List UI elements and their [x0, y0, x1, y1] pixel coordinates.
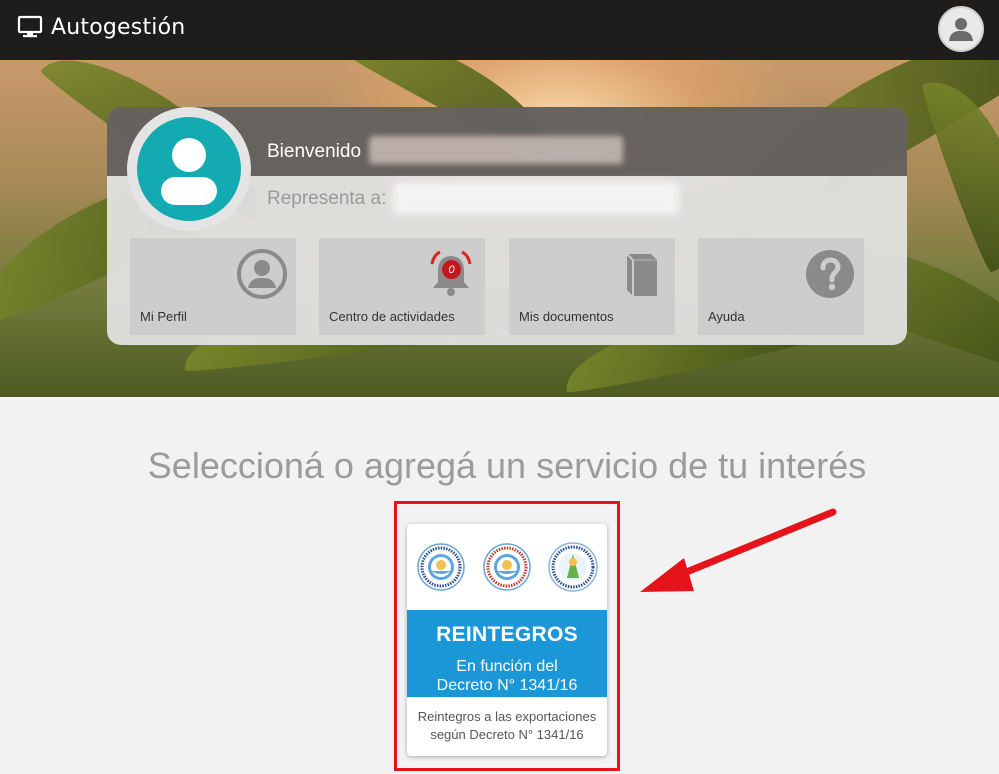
- tile-label: Ayuda: [708, 309, 745, 324]
- divider: [407, 697, 607, 698]
- service-banner: REINTEGROS En función del Decreto N° 134…: [407, 610, 607, 697]
- app-title: Autogestión: [51, 14, 186, 40]
- tile-ayuda[interactable]: Ayuda: [698, 238, 864, 335]
- service-subtitle-line2: Decreto N° 1341/16: [436, 677, 578, 694]
- seal-logo-icon: [417, 543, 465, 591]
- avatar: [137, 117, 241, 221]
- redacted-user-name: [369, 136, 623, 164]
- user-menu-button[interactable]: [938, 6, 984, 52]
- welcome-text: Bienvenido: [267, 141, 362, 162]
- tile-mis-documentos[interactable]: Mis documentos: [509, 238, 675, 335]
- tile-mi-perfil[interactable]: Mi Perfil: [130, 238, 296, 335]
- tile-label: Centro de actividades: [329, 309, 455, 324]
- service-description: Reintegros a las exportaciones según Dec…: [407, 708, 607, 744]
- service-title: REINTEGROS: [436, 623, 578, 646]
- brand-link[interactable]: Autogestión: [17, 14, 185, 40]
- tile-label: Mis documentos: [519, 309, 614, 324]
- service-logos: [407, 524, 607, 610]
- service-card-reintegros[interactable]: REINTEGROS En función del Decreto N° 134…: [407, 524, 607, 756]
- book-icon: [626, 253, 657, 296]
- user-silhouette-icon: [161, 138, 217, 205]
- seal-logo-icon: [483, 543, 531, 591]
- redacted-represented-entity: [393, 182, 679, 214]
- service-subtitle-line1: En función del: [456, 658, 558, 675]
- top-bar: Autogestión: [0, 0, 999, 60]
- welcome-card: Bienvenido Representa a: Mi Perfil 0 Cen…: [107, 107, 907, 345]
- tile-label: Mi Perfil: [140, 309, 187, 324]
- question-icon: [806, 250, 854, 298]
- seal-logo-icon: [548, 542, 598, 592]
- monitor-icon: [17, 15, 43, 38]
- user-circle-icon: [237, 249, 287, 299]
- service-description-line1: Reintegros a las exportaciones: [417, 709, 597, 724]
- tile-centro-actividades[interactable]: 0 Centro de actividades: [319, 238, 485, 335]
- represents-label: Representa a:: [267, 188, 387, 209]
- services-heading: Seleccioná o agregá un servicio de tu in…: [147, 445, 867, 486]
- service-description-line2: según Decreto N° 1341/16: [430, 727, 584, 742]
- user-icon: [949, 18, 973, 41]
- notification-badge: 0: [442, 260, 461, 279]
